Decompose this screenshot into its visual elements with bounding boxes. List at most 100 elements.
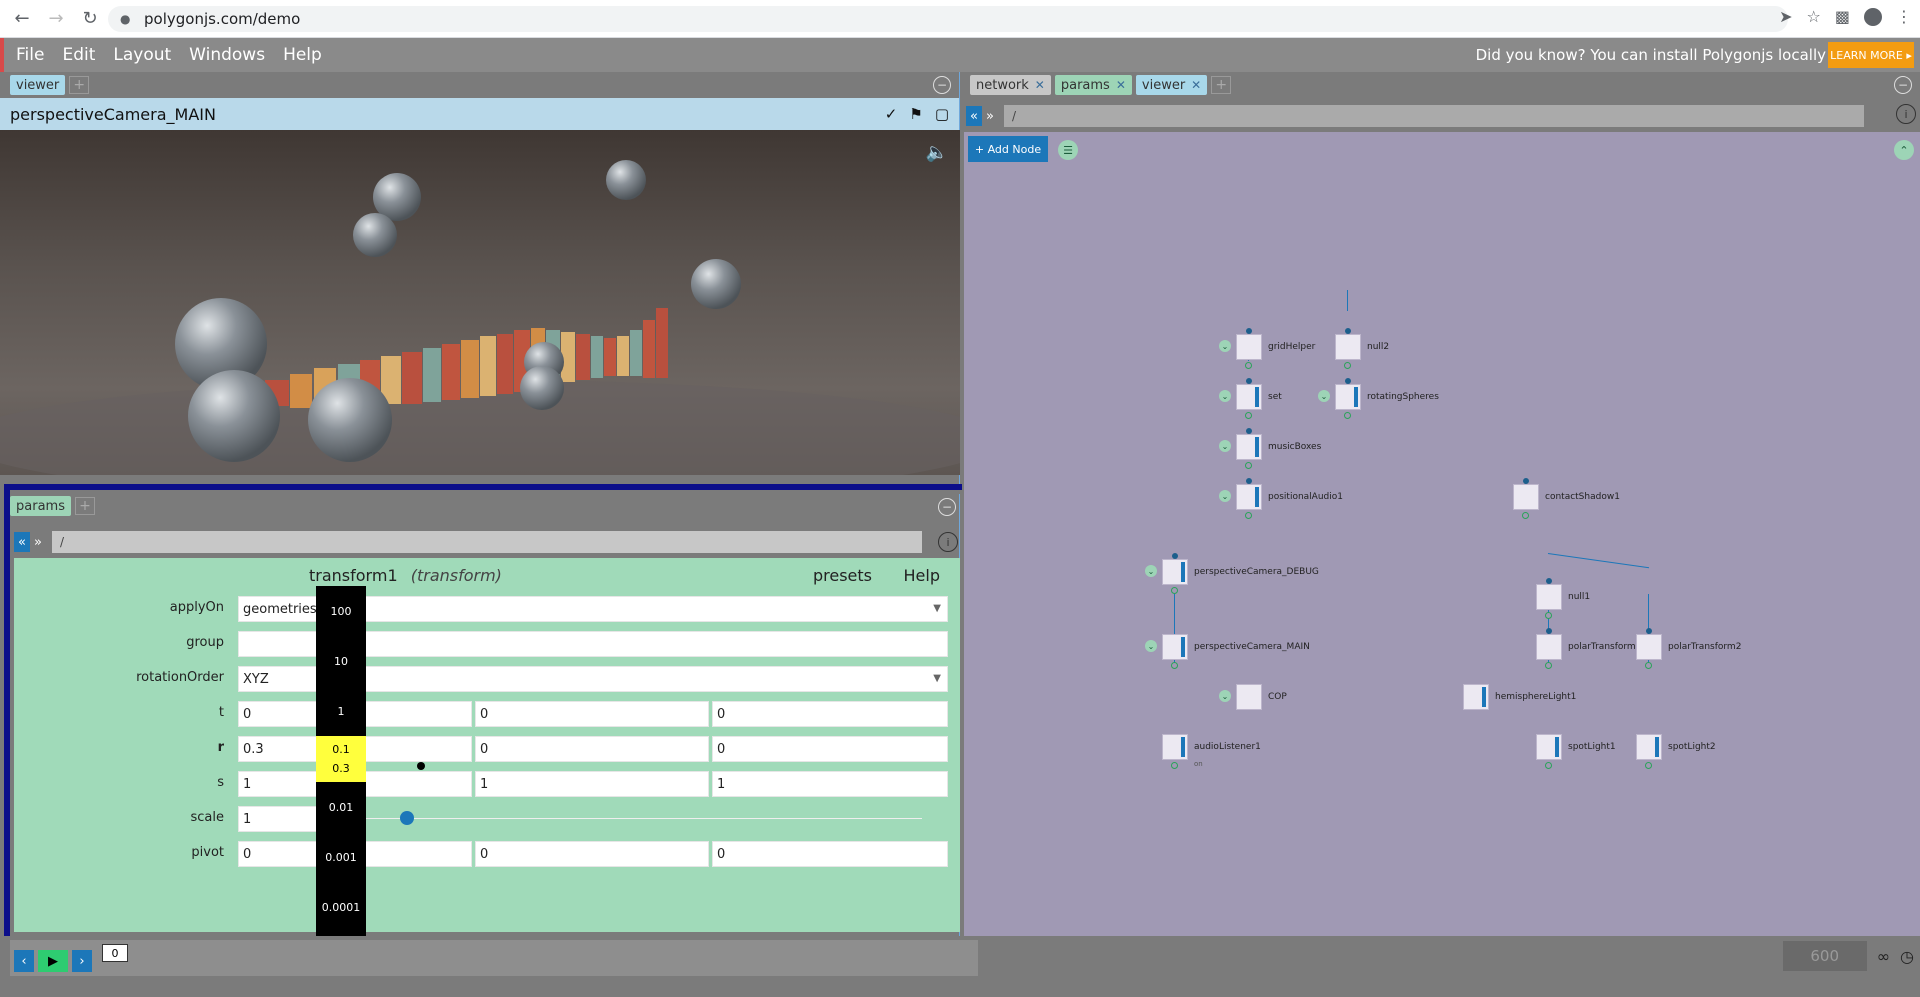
profile-avatar-icon[interactable] — [1864, 7, 1882, 26]
next-frame-button[interactable]: › — [72, 950, 92, 972]
tab-params[interactable]: params — [10, 496, 71, 516]
ladder-step[interactable]: 0.001 — [316, 832, 366, 882]
loop-icon[interactable]: ∞ — [1877, 947, 1890, 966]
menu-file[interactable]: File — [16, 45, 44, 65]
output-port[interactable] — [1645, 662, 1652, 669]
tab-network[interactable]: network ✕ — [970, 75, 1051, 95]
end-frame-input[interactable]: 600 — [1782, 941, 1867, 971]
node-cop[interactable] — [1236, 684, 1262, 710]
timeline-track[interactable]: ‹ ▶ › 0 — [10, 940, 978, 976]
menu-help[interactable]: Help — [283, 45, 322, 65]
reload-icon[interactable]: ↻ — [78, 7, 102, 31]
output-port[interactable] — [1545, 662, 1552, 669]
node-null2[interactable] — [1335, 334, 1361, 360]
output-port[interactable] — [1545, 762, 1552, 769]
node-audiolistener1[interactable] — [1162, 734, 1188, 760]
forward-icon[interactable]: → — [44, 7, 68, 31]
close-icon[interactable]: ✕ — [1191, 78, 1201, 92]
display-flag-icon[interactable]: ⌄ — [1219, 390, 1231, 402]
path-forward-icon[interactable]: » — [982, 106, 998, 126]
address-bar[interactable]: ● polygonjs.com/demo — [108, 6, 1788, 32]
output-port[interactable] — [1171, 587, 1178, 594]
display-flag-icon[interactable]: ⌄ — [1219, 490, 1231, 502]
presets-link[interactable]: presets — [813, 566, 872, 585]
node-polartransform2[interactable] — [1636, 634, 1662, 660]
prev-frame-button[interactable]: ‹ — [14, 950, 34, 972]
help-link[interactable]: Help — [904, 566, 940, 585]
menu-layout[interactable]: Layout — [113, 45, 171, 65]
collapse-up-icon[interactable]: ⌃ — [1894, 140, 1914, 160]
current-frame-marker[interactable]: 0 — [102, 944, 128, 962]
add-tab-button[interactable]: + — [69, 76, 90, 94]
ladder-step[interactable]: 10 — [316, 636, 366, 686]
back-icon[interactable]: ← — [10, 7, 34, 31]
r-y-input[interactable]: 0 — [475, 736, 709, 762]
path-back-icon[interactable]: « — [14, 532, 30, 552]
learn-more-button[interactable]: LEARN MORE ▸ — [1828, 42, 1914, 68]
bookmark-star-icon[interactable]: ☆ — [1807, 7, 1821, 26]
menu-windows[interactable]: Windows — [189, 45, 265, 65]
output-port[interactable] — [1545, 612, 1552, 619]
node-rotatingspheres[interactable] — [1335, 384, 1361, 410]
info-icon[interactable]: i — [1896, 104, 1916, 124]
collapse-panel-icon[interactable]: − — [1894, 76, 1912, 94]
info-icon[interactable]: i — [938, 532, 958, 552]
path-back-icon[interactable]: « — [966, 106, 982, 126]
collapse-panel-icon[interactable]: − — [933, 76, 951, 94]
node-musicboxes[interactable] — [1236, 434, 1262, 460]
number-drag-ladder[interactable]: 100 10 1 0.1 0.3 0.01 0.001 0.0001 — [316, 586, 366, 937]
ladder-step[interactable]: 100 — [316, 586, 366, 636]
display-flag-icon[interactable]: ⌄ — [1145, 640, 1157, 652]
output-port[interactable] — [1522, 512, 1529, 519]
play-button[interactable]: ▶ — [38, 950, 68, 972]
network-editor[interactable]: + Add Node ☰ ⌃ ⌄ gridHelper null2 ⌄ set … — [964, 132, 1920, 936]
params-path-input[interactable]: / — [52, 531, 922, 553]
output-port[interactable] — [1245, 412, 1252, 419]
display-flag-icon[interactable]: ⌄ — [1219, 340, 1231, 352]
pivot-y-input[interactable]: 0 — [475, 841, 709, 867]
node-spotlight2[interactable] — [1636, 734, 1662, 760]
flag-icon[interactable]: ⚑ — [909, 105, 922, 123]
send-icon[interactable]: ➤ — [1779, 7, 1792, 26]
output-port[interactable] — [1344, 412, 1351, 419]
output-port[interactable] — [1344, 362, 1351, 369]
node-hemispherelight1[interactable] — [1463, 684, 1489, 710]
menu-edit[interactable]: Edit — [62, 45, 95, 65]
output-port[interactable] — [1171, 662, 1178, 669]
node-gridhelper[interactable] — [1236, 334, 1262, 360]
ladder-active-step[interactable]: 0.1 0.3 — [316, 736, 366, 782]
fullscreen-icon[interactable]: ▢ — [935, 105, 949, 123]
speaker-icon[interactable]: 🔈 — [926, 142, 948, 163]
t-y-input[interactable]: 0 — [475, 701, 709, 727]
display-flag-icon[interactable]: ⌄ — [1219, 690, 1231, 702]
scale-slider-thumb[interactable] — [399, 811, 414, 825]
display-flag-icon[interactable]: ⌄ — [1145, 565, 1157, 577]
network-path-input[interactable]: / — [1004, 105, 1864, 127]
node-null1[interactable] — [1536, 584, 1562, 610]
check-circle-icon[interactable]: ✓ — [885, 105, 898, 123]
clock-icon[interactable]: ◷ — [1900, 947, 1914, 966]
ladder-step[interactable]: 0.01 — [316, 782, 366, 832]
node-perspectivecamera-debug[interactable] — [1162, 559, 1188, 585]
ladder-step[interactable]: 0.0001 — [316, 882, 366, 932]
node-set[interactable] — [1236, 384, 1262, 410]
display-flag-icon[interactable]: ⌄ — [1318, 390, 1330, 402]
s-z-input[interactable]: 1 — [712, 771, 948, 797]
output-port[interactable] — [1245, 462, 1252, 469]
display-flag-icon[interactable]: ⌄ — [1219, 440, 1231, 452]
r-z-input[interactable]: 0 — [712, 736, 948, 762]
close-icon[interactable]: ✕ — [1035, 78, 1045, 92]
close-icon[interactable]: ✕ — [1116, 78, 1126, 92]
add-tab-button[interactable]: + — [74, 497, 95, 515]
ladder-step[interactable]: 1 — [316, 686, 366, 736]
scale-slider-track[interactable] — [362, 818, 922, 819]
node-perspectivecamera-main[interactable] — [1162, 634, 1188, 660]
t-z-input[interactable]: 0 — [712, 701, 948, 727]
node-positionalaudio1[interactable] — [1236, 484, 1262, 510]
list-icon[interactable]: ☰ — [1058, 140, 1078, 160]
output-port[interactable] — [1645, 762, 1652, 769]
output-port[interactable] — [1245, 362, 1252, 369]
add-tab-button[interactable]: + — [1211, 76, 1232, 94]
pivot-z-input[interactable]: 0 — [712, 841, 948, 867]
browser-menu-icon[interactable]: ⋮ — [1896, 7, 1912, 26]
